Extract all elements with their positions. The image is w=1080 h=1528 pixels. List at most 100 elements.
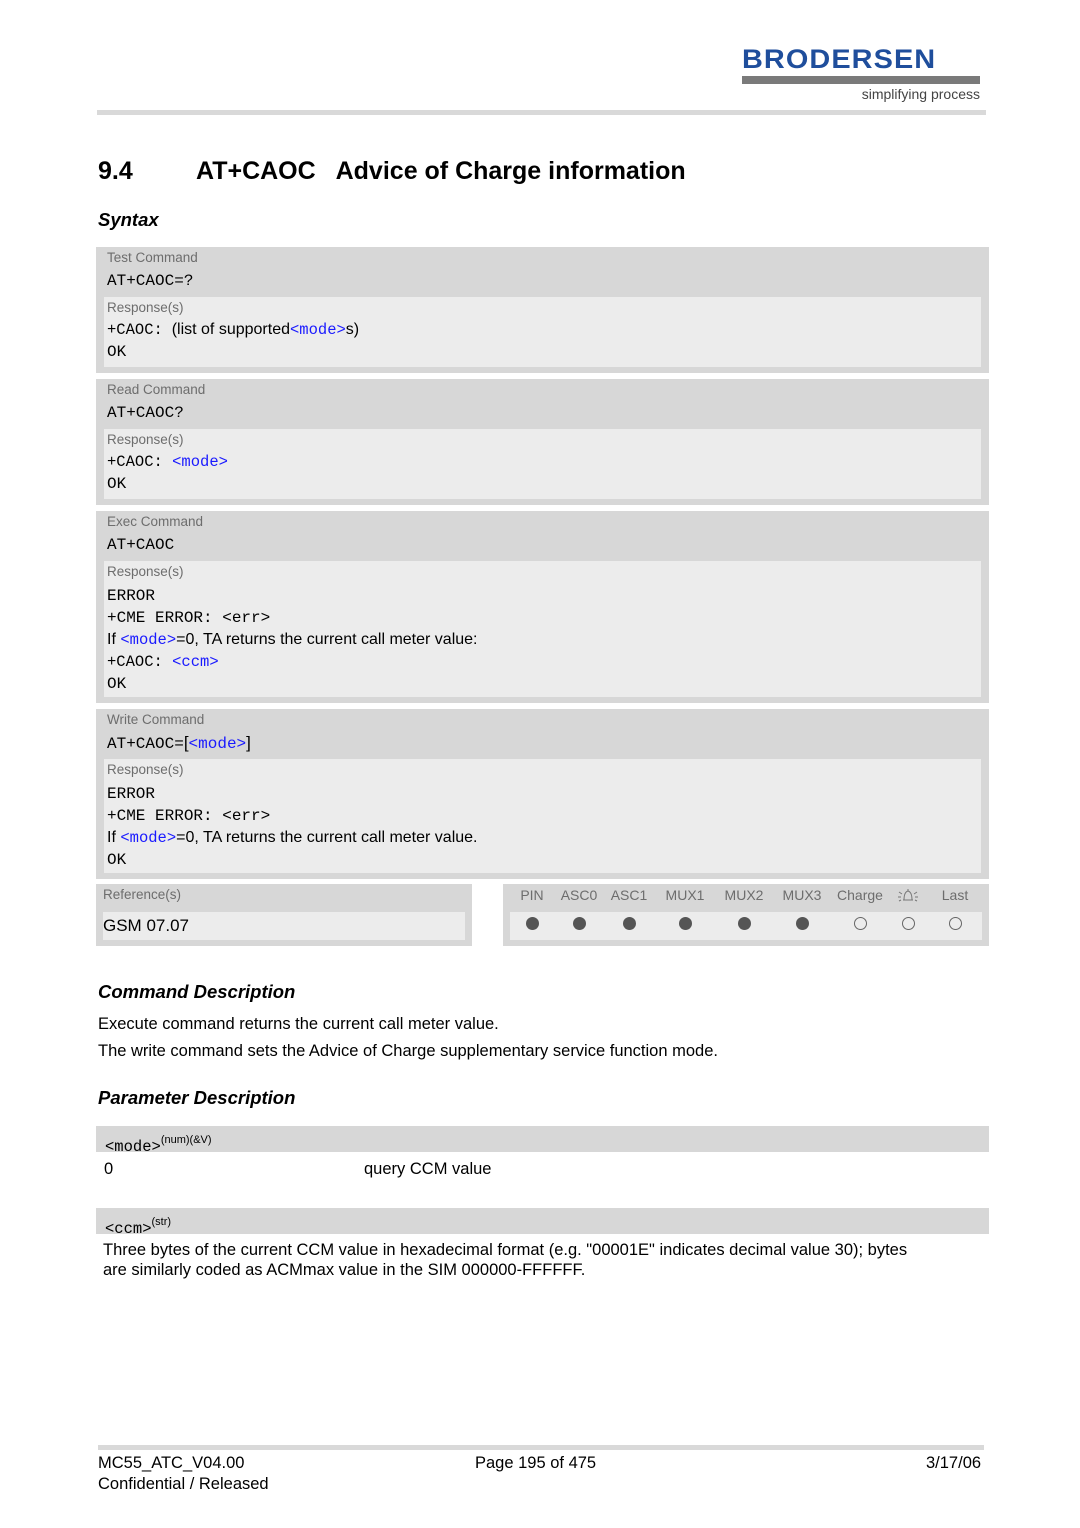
read-command-label: Read Command xyxy=(107,382,206,397)
alarm-bell-icon xyxy=(888,884,928,906)
flag-alarm-unsupported xyxy=(888,917,928,935)
mode-param-link[interactable]: <mode> xyxy=(120,829,176,847)
flag-header-mux3: MUX3 xyxy=(782,887,822,903)
response-text: If xyxy=(107,631,121,648)
section-title-text: Advice of Charge information xyxy=(335,157,686,185)
mode-parameter-header: <mode>(num)(&V) xyxy=(96,1126,989,1156)
flags-header-row: PIN ASC0 ASC1 MUX1 MUX2 MUX3 Charge Last xyxy=(510,884,982,906)
command-description-heading: Command Description xyxy=(98,981,296,1002)
syntax-heading: Syntax xyxy=(98,209,159,230)
mode-value-0: 0 xyxy=(104,1160,114,1178)
ccm-description-line-1: Three bytes of the current CCM value in … xyxy=(103,1241,908,1259)
empty-circle-icon xyxy=(948,917,962,930)
footer-status: Confidential / Released xyxy=(98,1475,269,1493)
command-description-line-2: The write command sets the Advice of Cha… xyxy=(98,1042,718,1060)
write-command-block: Write Command AT+CAOC=[<mode>] Response(… xyxy=(96,709,989,879)
flag-last-unsupported xyxy=(928,917,982,935)
ccm-parameter-name: <ccm> xyxy=(105,1220,152,1238)
logo-wordmark: BRODERSEN xyxy=(742,44,937,74)
response-text: s) xyxy=(345,321,360,338)
filled-circle-icon xyxy=(737,917,751,930)
test-command-label: Test Command xyxy=(107,250,198,265)
response-text: =0, TA returns the current call meter va… xyxy=(176,829,478,846)
exec-response-cme-error: +CME ERROR: <err> xyxy=(107,609,271,627)
flag-header-pin: PIN xyxy=(520,887,544,903)
section-number: 9.4 xyxy=(98,157,133,185)
ccm-description-line-2: are similarly coded as ACMmax value in t… xyxy=(103,1261,586,1279)
support-flags-table: PIN ASC0 ASC1 MUX1 MUX2 MUX3 Charge Last xyxy=(503,884,989,946)
filled-circle-icon xyxy=(525,917,539,930)
exec-command-syntax: AT+CAOC xyxy=(107,536,175,554)
flag-pin-supported xyxy=(510,917,554,935)
references-box: Reference(s) GSM 07.07 xyxy=(96,884,472,946)
flag-header-asc0: ASC0 xyxy=(560,887,598,903)
exec-response-ok: OK xyxy=(107,675,127,693)
logo-tagline: simplifying process xyxy=(861,86,980,102)
section-title: 9.4 AT+CAOC Advice of Charge information xyxy=(98,157,686,186)
write-command-syntax: AT+CAOC=[<mode>] xyxy=(104,729,981,759)
write-response-label: Response(s) xyxy=(107,762,184,777)
flag-header-mux2: MUX2 xyxy=(724,887,764,903)
command-description-line-1: Execute command returns the current call… xyxy=(98,1015,499,1033)
references-value: GSM 07.07 xyxy=(103,912,465,940)
response-text: If xyxy=(107,829,121,846)
test-command-syntax: AT+CAOC=? xyxy=(107,272,194,290)
flag-mux3-supported xyxy=(772,917,832,935)
test-response-box: Response(s) +CAOC: (list of supported<mo… xyxy=(104,297,981,367)
exec-response-box: Response(s) ERROR +CME ERROR: <err> If <… xyxy=(104,561,981,697)
ccm-param-link[interactable]: <ccm> xyxy=(172,653,219,671)
test-response-ok: OK xyxy=(107,343,127,361)
flag-header-asc1: ASC1 xyxy=(610,887,648,903)
filled-circle-icon xyxy=(572,917,586,930)
response-text: =0, TA returns the current call meter va… xyxy=(176,631,478,648)
test-response-label: Response(s) xyxy=(107,300,184,315)
exec-response-label: Response(s) xyxy=(107,564,184,579)
write-response-ok: OK xyxy=(107,851,127,869)
header-rule xyxy=(97,110,986,115)
syntax-prefix: AT+CAOC= xyxy=(107,735,184,753)
footer-date: 3/17/06 xyxy=(926,1454,982,1472)
response-prefix: +CAOC: xyxy=(107,321,163,339)
flag-charge-unsupported xyxy=(832,917,888,935)
flag-header-last: Last xyxy=(941,887,969,903)
footer-doc-id: MC55_ATC_V04.00 xyxy=(98,1454,245,1472)
write-response-box: Response(s) ERROR +CME ERROR: <err> If <… xyxy=(104,759,981,873)
references-label: Reference(s) xyxy=(103,887,182,902)
response-text: (list of supported xyxy=(162,321,290,338)
write-command-label: Write Command xyxy=(107,712,205,727)
mode-value-0-description: query CCM value xyxy=(364,1160,492,1178)
exec-response-error: ERROR xyxy=(107,587,156,605)
mode-param-link[interactable]: <mode> xyxy=(290,321,346,339)
test-response-line-1: +CAOC: (list of supported<mode>s) xyxy=(107,319,978,341)
filled-circle-icon xyxy=(622,917,636,930)
empty-circle-icon xyxy=(853,917,867,930)
empty-circle-icon xyxy=(901,917,915,930)
response-prefix: +CAOC: xyxy=(107,453,173,471)
write-response-cme-error: +CME ERROR: <err> xyxy=(107,807,271,825)
flag-header-mux1: MUX1 xyxy=(665,887,705,903)
test-command-block: Test Command AT+CAOC=? Response(s) +CAOC… xyxy=(96,247,989,373)
flag-header-charge: Charge xyxy=(837,887,883,903)
exec-response-caoc: +CAOC: <ccm> xyxy=(107,651,978,673)
flags-value-row xyxy=(510,912,982,940)
section-command: AT+CAOC xyxy=(196,157,316,185)
section-title-gap xyxy=(316,157,336,185)
optional-bracket-close: ] xyxy=(246,733,251,752)
exec-command-block: Exec Command AT+CAOC Response(s) ERROR +… xyxy=(96,511,989,703)
filled-circle-icon xyxy=(795,917,809,930)
flag-mux1-supported xyxy=(654,917,716,935)
mode-param-link[interactable]: <mode> xyxy=(189,735,247,753)
read-response-box: Response(s) +CAOC: <mode> OK xyxy=(104,429,981,499)
mode-parameter-name: <mode> xyxy=(105,1138,161,1156)
read-response-line-1: +CAOC: <mode> xyxy=(107,451,978,473)
response-prefix: +CAOC: xyxy=(107,653,173,671)
read-response-label: Response(s) xyxy=(107,432,184,447)
write-response-note: If <mode>=0, TA returns the current call… xyxy=(107,827,978,849)
ccm-parameter-attributes: (str) xyxy=(151,1216,172,1228)
read-response-ok: OK xyxy=(107,475,127,493)
filled-circle-icon xyxy=(678,917,692,930)
logo-bar xyxy=(742,76,980,84)
mode-param-link[interactable]: <mode> xyxy=(172,453,228,471)
mode-param-link[interactable]: <mode> xyxy=(120,631,176,649)
flag-asc1-supported xyxy=(604,917,654,935)
